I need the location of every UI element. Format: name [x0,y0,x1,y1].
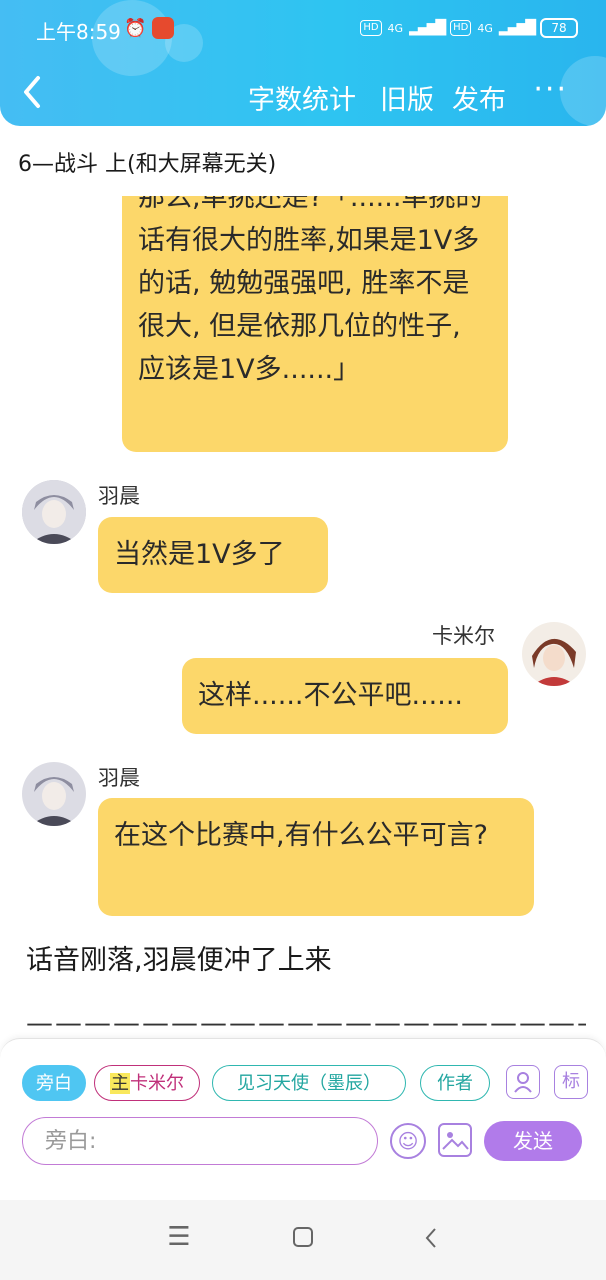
system-nav-bar: ☰ [0,1200,606,1280]
status-time: 上午8:59 [36,20,121,44]
chapter-title: 6—战斗 上(和大屏幕无关) [18,152,277,177]
nav-bar: 字数统计 旧版 发布 ··· [0,64,606,124]
back-icon[interactable] [20,74,50,114]
chat-bubble: 当然是1V多了 [98,517,328,593]
app-header: 上午8:59 ⏰ HD 4G ▂▄▆█ HD 4G ▂▄▆█ 78 字数统计 旧… [0,0,606,126]
word-count-button[interactable]: 字数统计 [248,78,356,117]
back-nav-icon[interactable] [416,1222,446,1254]
message-input-wrap [22,1117,378,1165]
send-button[interactable]: 发送 [484,1121,582,1161]
emoji-icon[interactable]: ☺ [390,1123,426,1159]
battery-icon: 78 [540,18,578,38]
role-chip-author[interactable]: 作者 [420,1065,490,1101]
alarm-icon: ⏰ [124,18,147,39]
role-chip-label: 卡米尔 [130,1073,184,1094]
avatar[interactable] [22,762,86,826]
status-bar: 上午8:59 ⏰ HD 4G ▂▄▆█ HD 4G ▂▄▆█ 78 [0,0,606,60]
role-chip-narrator[interactable]: 旁白 [22,1065,86,1101]
menu-icon[interactable]: ☰ [164,1222,194,1254]
avatar[interactable] [22,480,86,544]
image-icon[interactable] [438,1123,472,1157]
sender-name: 卡米尔 [432,624,495,648]
home-icon[interactable] [288,1222,318,1254]
signal-icon: ▂▄▆█ [409,20,446,36]
sender-name: 羽晨 [98,484,140,508]
chat-bubble: 那么,单挑还是?「......单挑的话有很大的胜率,如果是1V多的话, 勉勉强强… [122,196,508,452]
main-role-mark: 主 [110,1073,130,1094]
app-notification-icon [152,17,174,39]
chat-clip: 那么,单挑还是?「......单挑的话有很大的胜率,如果是1V多的话, 勉勉强强… [0,196,606,456]
hd-icon: HD [360,20,382,36]
sender-name: 羽晨 [98,766,140,790]
old-version-button[interactable]: 旧版 [380,78,434,117]
message-input[interactable] [43,1118,367,1164]
network-label: 4G [477,21,493,35]
narration-text: 话音刚落,羽晨便冲了上来 [26,945,332,976]
avatar[interactable] [522,622,586,686]
network-label: 4G [387,21,404,35]
role-chip-angel[interactable]: 见习天使（墨辰） [212,1065,406,1101]
compose-panel: 旁白 主卡米尔 见习天使（墨辰） 作者 标 ☺ 发送 [0,1038,606,1201]
divider-dashes: —————————————————————————————— [26,1008,586,1039]
publish-button[interactable]: 发布 [452,78,506,117]
hd-icon: HD [450,20,472,36]
character-settings-icon[interactable] [506,1065,540,1099]
tag-icon[interactable]: 标 [554,1065,588,1099]
chat-bubble: 在这个比赛中,有什么公平可言? [98,798,534,916]
chat-bubble: 这样......不公平吧...... [182,658,508,734]
status-right: HD 4G ▂▄▆█ HD 4G ▂▄▆█ 78 [360,18,578,38]
role-chip-camille[interactable]: 主卡米尔 [94,1065,200,1101]
more-icon[interactable]: ··· [533,72,568,107]
signal-icon: ▂▄▆█ [498,20,536,36]
